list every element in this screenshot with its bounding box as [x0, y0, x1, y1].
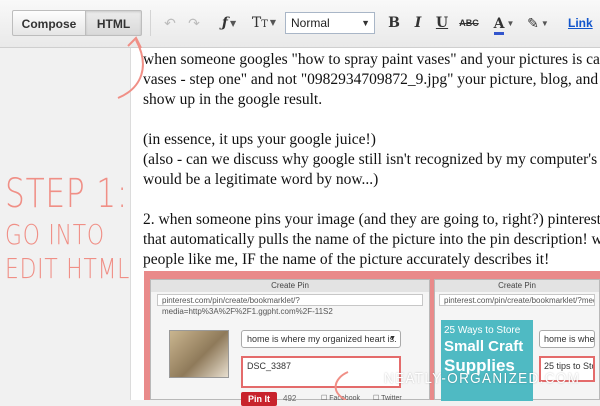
redo-icon[interactable]: ↷ — [184, 12, 204, 34]
italic-icon[interactable]: I — [408, 12, 428, 34]
url-bar: pinterest.com/pin/create/bookmarklet/?me… — [439, 294, 595, 306]
board-select: home is where my organized heart is. ▼ — [241, 330, 401, 348]
step-line-1: GO INTO — [5, 218, 105, 251]
editor-line: when someone googles "how to spray paint… — [143, 51, 600, 68]
step-line-2: EDIT HTML — [5, 252, 131, 285]
twitter-checkbox: ☐ Twitter — [373, 395, 402, 402]
board-select: home is where — [539, 330, 595, 348]
card-line-2: Small Craft — [444, 338, 524, 355]
toolbar-divider — [150, 10, 151, 36]
editor-line: 2. when someone pins your image (and the… — [143, 211, 600, 228]
url-bar: pinterest.com/pin/create/bookmarklet/?me… — [157, 294, 423, 316]
underline-icon[interactable]: U — [432, 12, 452, 34]
mode-tabs: Compose HTML — [12, 10, 142, 36]
highlight-icon[interactable]: ✎ ▼ — [524, 12, 552, 34]
html-tab[interactable]: HTML — [86, 10, 142, 36]
editor-line: (in essence, it ups your google juice!) — [143, 131, 376, 148]
editor-toolbar: Compose HTML ↶ ↷ ƒ ▼ TT ▼ Normal ▼ B I U A… — [0, 0, 600, 48]
format-select-value: Normal — [291, 16, 330, 30]
chevron-down-icon: ▼ — [389, 335, 396, 342]
facebook-checkbox: ☐ Facebook — [321, 395, 360, 402]
font-size-icon[interactable]: TT ▼ — [248, 12, 280, 34]
step-title: STEP 1: — [5, 171, 129, 217]
editor-content[interactable]: when someone googles "how to spray paint… — [143, 50, 600, 270]
text-color-icon[interactable]: A ▼ — [490, 12, 518, 35]
bold-icon[interactable]: B — [384, 12, 404, 34]
pin-thumbnail: 25 Ways to Store Small Craft Supplies — [441, 320, 533, 401]
editor-line: people like me, IF the name of the pictu… — [143, 251, 550, 268]
facebook-label: Facebook — [329, 395, 360, 402]
editor-line: would be a legitimate word by now...) — [143, 171, 379, 188]
editor-line: vases - step one" and not "0982934709872… — [143, 71, 600, 88]
font-family-icon[interactable]: ƒ ▼ — [214, 12, 244, 34]
watermark: NEATLY-ORGANIZED.COM — [384, 370, 581, 387]
format-select[interactable]: Normal ▼ — [285, 12, 375, 34]
editor-line: that automatically pulls the name of the… — [143, 231, 600, 248]
card-line-1: 25 Ways to Store — [444, 325, 521, 336]
pin-it-button: Pin It — [241, 392, 277, 406]
window-title: Create Pin — [435, 280, 599, 292]
pin-thumbnail — [169, 330, 229, 378]
editor-line: show up in the google result. — [143, 91, 323, 108]
board-select-value: home is where my organized heart is. — [247, 334, 397, 344]
strikethrough-icon[interactable]: ABC — [456, 12, 482, 34]
chevron-down-icon: ▼ — [361, 18, 370, 28]
editor-line: (also - can we discuss why google still … — [143, 151, 600, 168]
pin-description: DSC_3387 — [241, 356, 401, 388]
char-count: 492 — [283, 394, 297, 403]
link-button[interactable]: Link — [568, 12, 593, 34]
undo-icon[interactable]: ↶ — [160, 12, 180, 34]
twitter-label: Twitter — [381, 395, 402, 402]
compose-tab[interactable]: Compose — [12, 10, 86, 36]
window-title: Create Pin — [151, 280, 429, 292]
